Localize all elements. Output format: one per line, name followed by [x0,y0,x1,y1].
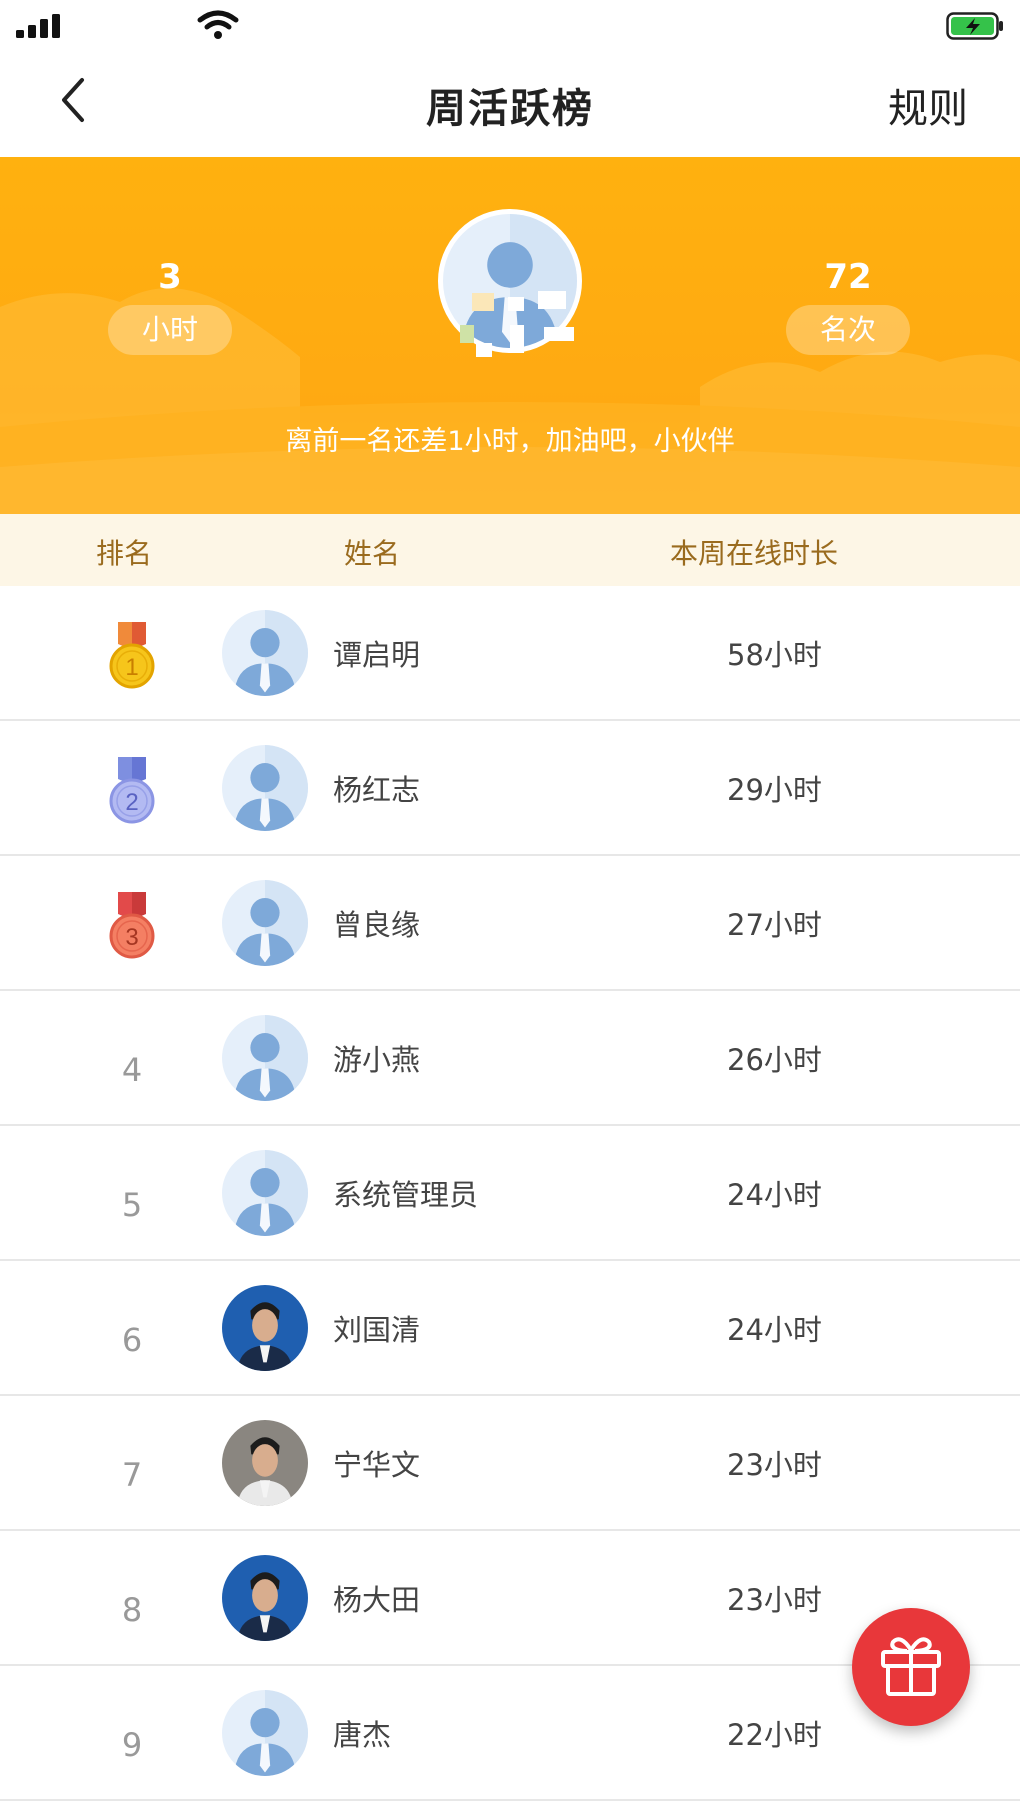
user-name: 刘国清 [333,1313,421,1347]
rank-value: 72 [824,257,872,297]
avatar[interactable] [222,880,308,966]
name-column-header: 姓名 [344,537,401,570]
table-row[interactable]: 2 杨红志 29小时 [0,721,1020,856]
my-stats-banner: 3 小时 72 名次 离前一名还差1小时，加油吧，小伙伴 [0,157,1020,514]
rank-number: 5 [121,1186,143,1224]
rank-cell: 2 [92,757,172,827]
online-duration: 24小时 [727,1313,822,1347]
avatar[interactable] [222,1420,308,1506]
gold-medal-icon: 1 [109,622,155,689]
rank-number: 8 [121,1591,143,1629]
battery-charging-icon [946,12,1003,40]
rules-button[interactable]: 规则 [888,76,968,134]
rank-cell: 1 [92,622,172,692]
avatar[interactable] [222,610,308,696]
avatar[interactable] [222,1285,308,1371]
rank-number: 4 [121,1051,143,1089]
rank-number: 7 [121,1456,143,1494]
user-name: 系统管理员 [333,1178,479,1212]
online-duration: 58小时 [727,638,822,672]
medal-rank-number: 1 [125,654,138,681]
table-row[interactable]: 4 游小燕 26小时 [0,991,1020,1126]
silver-medal-icon: 2 [109,757,155,824]
online-duration: 24小时 [727,1178,822,1212]
page-title: 周活跃榜 [426,86,594,132]
table-row[interactable]: 6 刘国清 24小时 [0,1261,1020,1396]
online-duration: 26小时 [727,1043,822,1077]
rank-cell: 8 [92,1567,172,1637]
rank-cell: 3 [92,892,172,962]
default-avatar-icon [222,745,308,831]
user-name: 唐杰 [333,1718,392,1752]
default-avatar-icon [222,1690,308,1776]
rank-number: 9 [121,1726,143,1764]
status-bar [0,0,1020,50]
rank-cell: 4 [92,1027,172,1097]
leaderboard-list: 1 谭启明 58小时 2 杨红志 29小时 3 曾良缘 27小时 4 游小燕 26小时 5 系统管理员 24… [0,586,1020,1801]
gift-icon [881,1637,941,1696]
user-photo-icon [222,1555,308,1641]
rank-number: 6 [121,1321,143,1359]
rank-cell: 7 [92,1432,172,1502]
rank-column-header: 排名 [96,537,153,570]
rank-label: 名次 [786,305,910,355]
user-photo-icon [222,1420,308,1506]
avatar[interactable] [222,1015,308,1101]
online-duration: 22小时 [727,1718,822,1752]
medal-rank-number: 3 [125,924,138,951]
online-duration: 23小时 [727,1448,822,1482]
time-column-header: 本周在线时长 [670,537,839,570]
table-header: 排名 姓名 本周在线时长 [0,514,1020,586]
wifi-icon [197,10,239,39]
user-name: 游小燕 [333,1043,421,1077]
user-name: 宁华文 [333,1448,421,1482]
table-row[interactable]: 7 宁华文 23小时 [0,1396,1020,1531]
user-name: 杨大田 [333,1583,421,1617]
medal-rank-number: 2 [125,789,138,816]
avatar[interactable] [222,1150,308,1236]
avatar[interactable] [222,1690,308,1776]
avatar[interactable] [222,1555,308,1641]
default-avatar-icon [222,880,308,966]
nav-bar: 周活跃榜 规则 [0,50,1020,157]
bronze-medal-icon: 3 [109,892,155,959]
avatar[interactable] [222,745,308,831]
user-photo-icon [222,1285,308,1371]
table-row[interactable]: 5 系统管理员 24小时 [0,1126,1020,1261]
default-avatar-icon [222,1150,308,1236]
user-name: 谭启明 [333,638,421,672]
rank-stat: 72 名次 [786,257,910,355]
rank-cell: 5 [92,1162,172,1232]
signal-icon [16,14,60,38]
default-avatar-icon [222,1015,308,1101]
gift-button[interactable] [852,1608,970,1726]
rank-cell: 6 [92,1297,172,1367]
table-row[interactable]: 1 谭启明 58小时 [0,586,1020,721]
user-name: 曾良缘 [333,908,421,942]
online-duration: 23小时 [727,1583,822,1617]
table-row[interactable]: 3 曾良缘 27小时 [0,856,1020,991]
encourage-text: 离前一名还差1小时，加油吧，小伙伴 [285,426,735,457]
online-duration: 27小时 [727,908,822,942]
default-avatar-icon [222,610,308,696]
online-duration: 29小时 [727,773,822,807]
user-name: 杨红志 [333,773,421,807]
rank-cell: 9 [92,1702,172,1772]
